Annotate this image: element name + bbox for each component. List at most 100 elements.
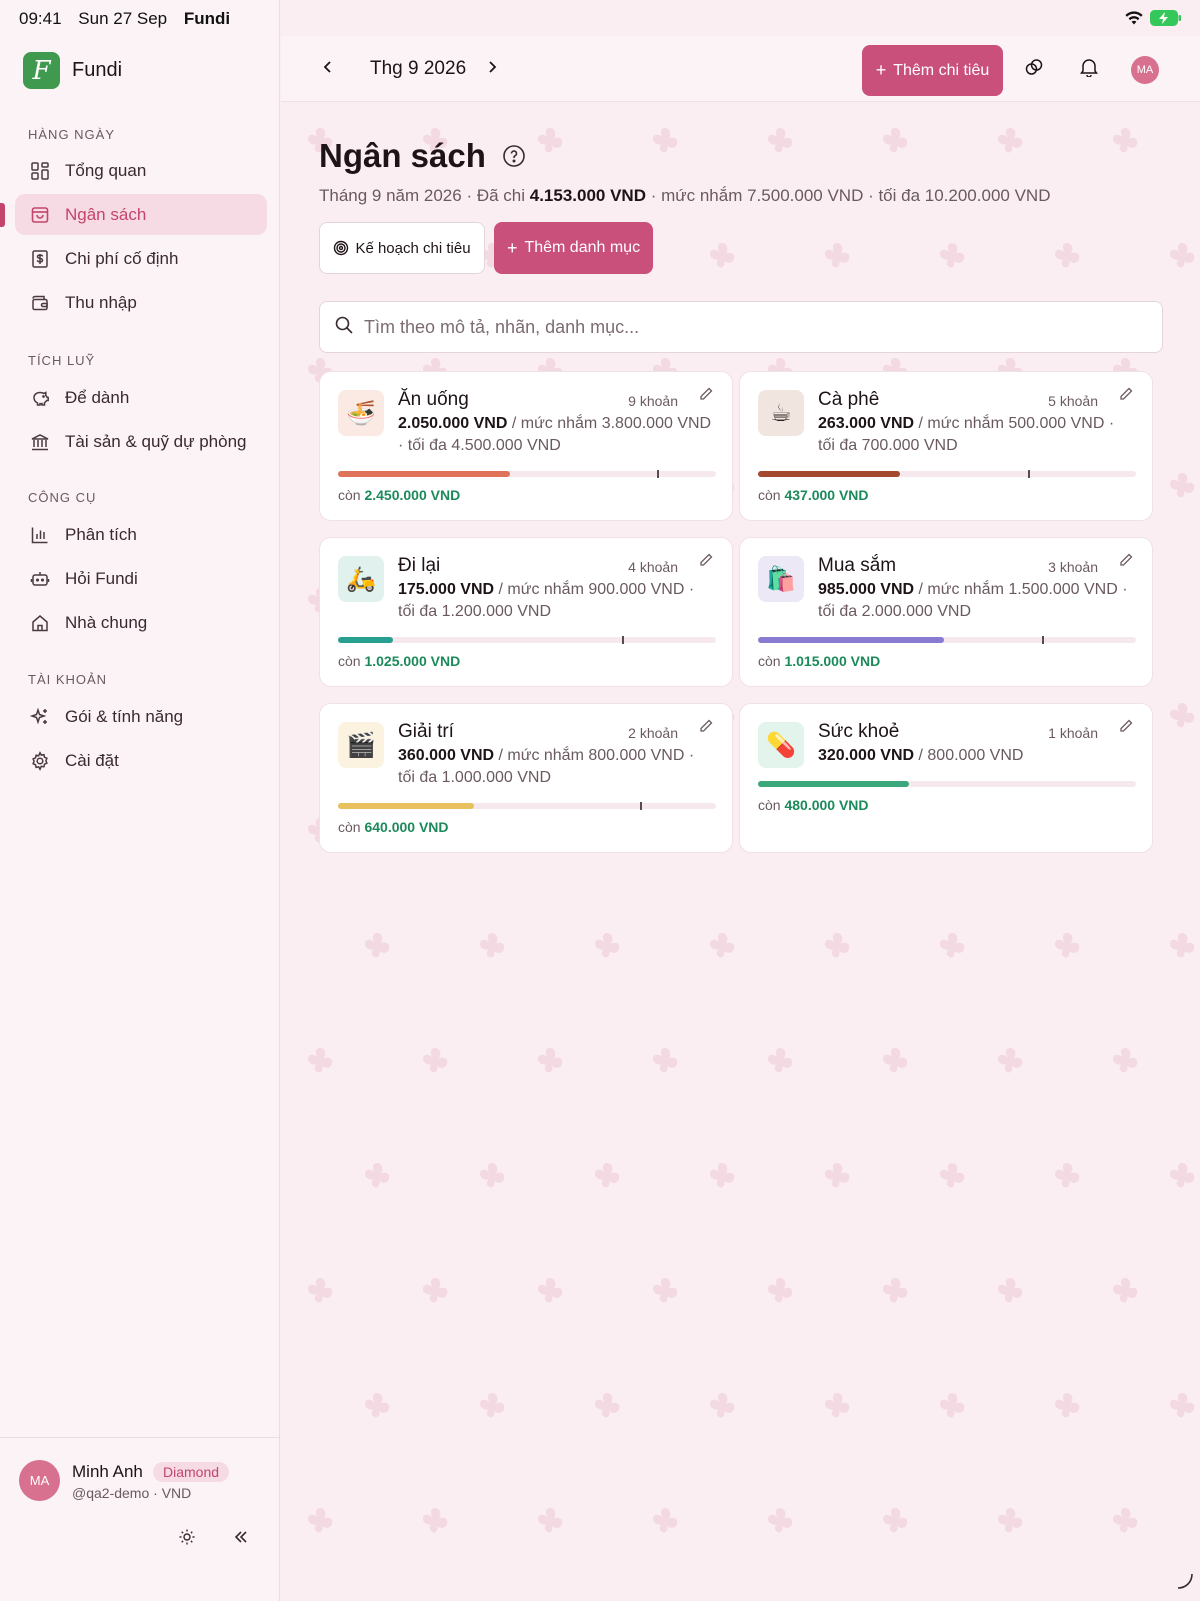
user-avatar[interactable]: MA xyxy=(19,1460,60,1501)
brand[interactable]: F Fundi xyxy=(23,52,122,89)
edit-category-button[interactable] xyxy=(698,386,716,404)
pencil-icon xyxy=(698,387,714,406)
user-handle: @qa2-demo · VND xyxy=(72,1485,192,1501)
sidebar-item-plans[interactable]: Gói & tính năng xyxy=(15,696,267,737)
progress-fill xyxy=(338,803,475,809)
header-avatar[interactable]: MA xyxy=(1131,56,1159,84)
category-amount: 985.000 VND / mức nhắm 1.500.000 VND · t… xyxy=(818,579,1133,623)
category-amount: 175.000 VND / mức nhắm 900.000 VND · tối… xyxy=(398,579,713,623)
next-month-button[interactable] xyxy=(479,56,505,82)
add-category-button[interactable]: + Thêm danh mục xyxy=(494,222,653,274)
chevron-right-icon xyxy=(485,60,499,79)
progress-bar xyxy=(338,636,716,644)
sidebar-item-budget[interactable]: Ngân sách xyxy=(15,194,267,235)
sidebar-item-label: Ngân sách xyxy=(65,204,147,224)
remaining-label: còn xyxy=(338,819,365,835)
sidebar-item-overview[interactable]: Tổng quan xyxy=(15,150,267,191)
sidebar-item-label: Tài sản & quỹ dự phòng xyxy=(65,431,247,451)
notifications-button[interactable] xyxy=(1076,56,1102,82)
chevron-left-icon xyxy=(321,60,335,79)
category-card[interactable]: 🎬 Giải trí 2 khoản 360.000 VND / mức nhắ… xyxy=(319,703,733,853)
category-remaining: còn 1.025.000 VND xyxy=(338,653,460,669)
spending-plan-button[interactable]: Kế hoạch chi tiêu xyxy=(319,222,485,274)
category-spent: 320.000 VND xyxy=(818,747,915,764)
remaining-amount: 1.025.000 VND xyxy=(364,653,461,669)
nav-section-tools: CÔNG CỤ xyxy=(28,490,97,505)
progress-fill xyxy=(758,471,901,477)
category-card[interactable]: ☕ Cà phê 5 khoản 263.000 VND / mức nhắm … xyxy=(739,371,1153,521)
sidebar-item-save[interactable]: Để dành xyxy=(15,377,267,418)
wallet-icon xyxy=(30,293,50,313)
resize-handle-icon[interactable] xyxy=(1174,1570,1194,1595)
chevrons-left-icon xyxy=(232,1528,250,1551)
target-marker xyxy=(657,470,660,478)
question-circle-icon xyxy=(502,145,526,172)
category-count: 5 khoản xyxy=(1048,393,1098,409)
remaining-label: còn xyxy=(758,797,785,813)
summary-spent: 4.153.000 VND xyxy=(529,186,646,205)
currency-exchange-button[interactable] xyxy=(1021,56,1047,82)
edit-category-button[interactable] xyxy=(1118,552,1136,570)
category-emoji-icon: 🛍️ xyxy=(758,556,804,602)
status-time: 09:41 xyxy=(19,9,62,28)
sparkles-icon xyxy=(30,707,50,727)
category-amount: 360.000 VND / mức nhắm 800.000 VND · tối… xyxy=(398,745,713,789)
battery-charging-icon xyxy=(1150,10,1182,31)
fixed-cost-icon xyxy=(30,249,50,269)
category-card[interactable]: 🍜 Ăn uống 9 khoản 2.050.000 VND / mức nh… xyxy=(319,371,733,521)
add-expense-label: Thêm chi tiêu xyxy=(893,61,990,79)
user-name: Minh Anh xyxy=(72,1462,143,1481)
remaining-label: còn xyxy=(758,653,785,669)
category-amount: 2.050.000 VND / mức nhắm 3.800.000 VND ·… xyxy=(398,413,713,457)
sidebar-item-income[interactable]: Thu nhập xyxy=(15,282,267,323)
category-spent: 2.050.000 VND xyxy=(398,415,508,432)
collapse-sidebar-button[interactable] xyxy=(228,1526,254,1552)
sidebar-item-analytics[interactable]: Phân tích xyxy=(15,514,267,555)
progress-bar xyxy=(758,470,1136,478)
prev-month-button[interactable] xyxy=(315,56,341,82)
category-spent: 263.000 VND xyxy=(818,415,915,432)
add-expense-button[interactable]: + Thêm chi tiêu xyxy=(862,45,1003,96)
category-limits: / 800.000 VND xyxy=(914,747,1024,764)
progress-fill xyxy=(338,471,511,477)
plus-icon: + xyxy=(875,60,887,80)
sidebar-item-settings[interactable]: Cài đặt xyxy=(15,740,267,781)
help-button[interactable] xyxy=(502,144,526,168)
progress-fill xyxy=(338,637,394,643)
category-emoji-icon: 💊 xyxy=(758,722,804,768)
category-card[interactable]: 🛵 Đi lại 4 khoản 175.000 VND / mức nhắm … xyxy=(319,537,733,687)
category-name: Ăn uống xyxy=(398,389,469,410)
edit-category-button[interactable] xyxy=(1118,386,1136,404)
remaining-amount: 1.015.000 VND xyxy=(784,653,881,669)
sidebar-item-shared-home[interactable]: Nhà chung xyxy=(15,602,267,643)
theme-toggle-button[interactable] xyxy=(174,1526,200,1552)
category-emoji-icon: 🍜 xyxy=(338,390,384,436)
spending-plan-label: Kế hoạch chi tiêu xyxy=(355,239,471,257)
remaining-label: còn xyxy=(338,487,365,503)
sidebar-item-label: Nhà chung xyxy=(65,612,148,632)
edit-category-button[interactable] xyxy=(698,718,716,736)
nav-section-daily: HÀNG NGÀY xyxy=(28,127,116,142)
category-emoji-icon: ☕ xyxy=(758,390,804,436)
sidebar-item-label: Tổng quan xyxy=(65,160,147,180)
sidebar-item-assets[interactable]: Tài sản & quỹ dự phòng xyxy=(15,421,267,462)
sidebar-item-fixed-costs[interactable]: Chi phí cố định xyxy=(15,238,267,279)
category-spent: 175.000 VND xyxy=(398,581,495,598)
edit-category-button[interactable] xyxy=(698,552,716,570)
sidebar-item-ask-fundi[interactable]: Hỏi Fundi xyxy=(15,558,267,599)
progress-fill xyxy=(758,637,945,643)
sidebar-item-label: Phân tích xyxy=(65,524,137,544)
category-count: 4 khoản xyxy=(628,559,678,575)
category-card[interactable]: 💊 Sức khoẻ 1 khoản 320.000 VND / 800.000… xyxy=(739,703,1153,853)
category-amount: 320.000 VND / 800.000 VND xyxy=(818,745,1133,767)
category-name: Mua sắm xyxy=(818,555,897,576)
category-count: 3 khoản xyxy=(1048,559,1098,575)
category-spent: 985.000 VND xyxy=(818,581,915,598)
edit-category-button[interactable] xyxy=(1118,718,1136,736)
category-card[interactable]: 🛍️ Mua sắm 3 khoản 985.000 VND / mức nhắ… xyxy=(739,537,1153,687)
search-input[interactable] xyxy=(364,316,1144,338)
progress-fill xyxy=(758,781,910,787)
add-category-label: Thêm danh mục xyxy=(524,239,641,256)
sidebar-item-label: Thu nhập xyxy=(65,292,137,312)
summary-prefix: Tháng 9 năm 2026 · Đã chi xyxy=(319,186,530,205)
